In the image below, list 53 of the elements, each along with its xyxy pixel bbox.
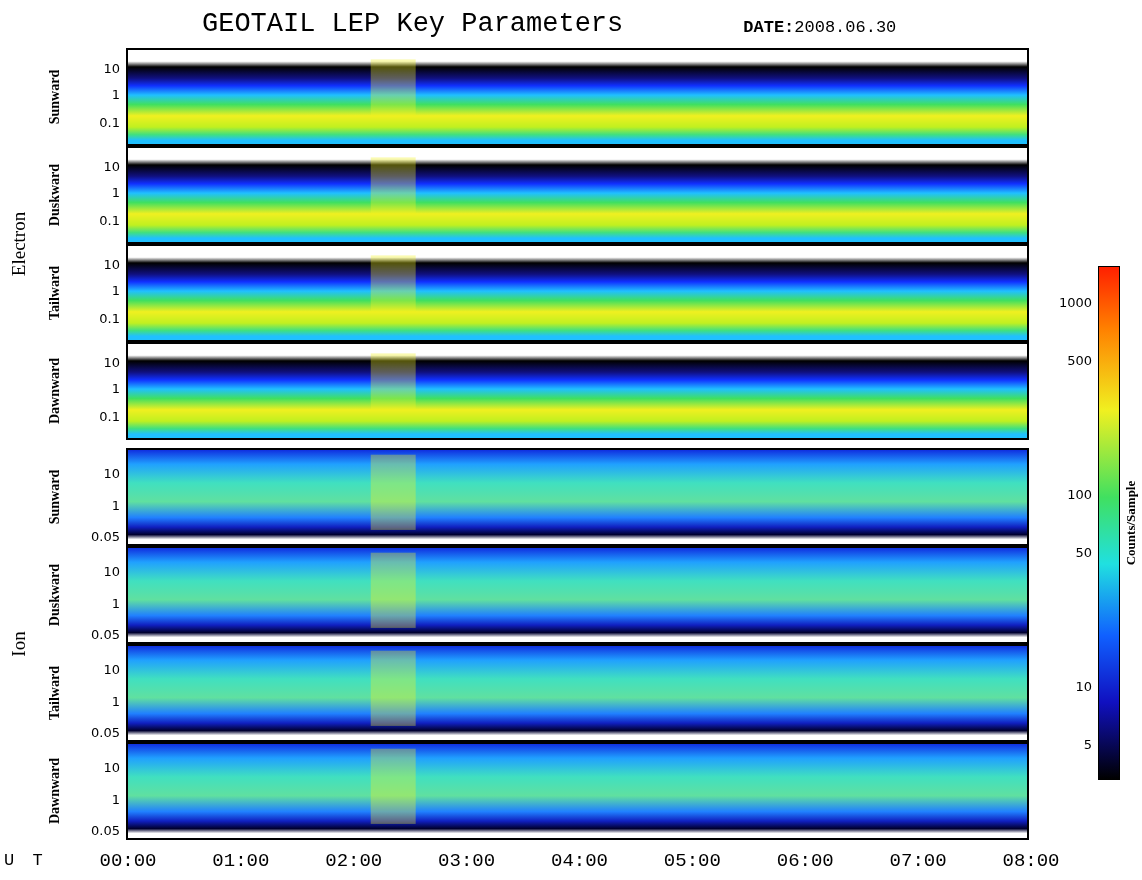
- y-tick-label: 0.1: [99, 310, 120, 325]
- x-tick-label: 08:00: [1002, 850, 1060, 872]
- y-tick-label: 10: [103, 563, 120, 578]
- x-tick-label: 05:00: [663, 850, 721, 872]
- y-tick-label: 1: [111, 497, 120, 513]
- x-tick-label: 07:00: [889, 850, 947, 872]
- colorbar-tick-label: 5: [1083, 736, 1092, 752]
- y-tick-label: 10: [103, 465, 120, 480]
- y-tick-label: 10: [103, 661, 120, 676]
- x-tick-label: 02:00: [325, 850, 383, 872]
- y-tick-label: 0.05: [91, 626, 120, 642]
- y-tick-label: 1: [111, 595, 120, 611]
- x-tick-label: 04:00: [551, 850, 608, 872]
- y-tick-label: 1: [111, 693, 120, 709]
- x-tick-label: 06:00: [776, 850, 834, 872]
- panel-label: Duskward: [47, 563, 63, 627]
- panel-label: Duskward: [47, 163, 63, 227]
- y-tick-label: 10: [103, 256, 120, 272]
- panel-label: Sunward: [47, 69, 63, 125]
- y-tick-label: 0.1: [99, 114, 120, 129]
- y-tick-label: 1: [111, 791, 120, 807]
- y-tick-label: 10: [103, 158, 120, 174]
- y-tick-label: 0.05: [91, 528, 120, 544]
- y-tick-label: 1: [111, 282, 120, 298]
- x-tick-label: 00:00: [99, 850, 157, 872]
- colorbar-tick-label: 500: [1067, 352, 1092, 368]
- y-tick-label: 0.1: [99, 408, 120, 423]
- colorbar-tick-label: 100: [1067, 486, 1092, 502]
- panel-label: Dawnward: [47, 357, 63, 425]
- colorbar-tick-label: 10: [1075, 678, 1092, 694]
- y-tick-label: 1: [111, 86, 120, 102]
- x-tick-label: 01:00: [212, 850, 270, 872]
- panel-label: Dawnward: [47, 757, 63, 825]
- y-tick-label: 10: [103, 759, 120, 774]
- panel-label: Sunward: [47, 469, 63, 525]
- y-tick-label: 1: [111, 184, 120, 200]
- colorbar-tick-label: 1000: [1058, 294, 1092, 310]
- group-label: Ion: [8, 631, 30, 657]
- y-tick-label: 0.05: [91, 822, 120, 838]
- plot-title: GEOTAIL LEP Key Parameters: [202, 9, 624, 39]
- y-tick-label: 10: [103, 60, 120, 76]
- x-axis-label: U T: [3, 850, 43, 870]
- x-tick-label: 03:00: [438, 850, 496, 872]
- y-tick-label: 0.05: [91, 724, 120, 740]
- panel-label: Tailward: [47, 266, 63, 320]
- y-tick-label: 1: [111, 380, 120, 396]
- y-tick-label: 0.1: [99, 212, 120, 227]
- y-tick-label: 10: [103, 354, 120, 370]
- panel-label: Tailward: [47, 666, 63, 720]
- colorbar-tick-label: 50: [1075, 544, 1092, 560]
- colorbar-label: Counts/Sample: [1123, 480, 1139, 566]
- date-label: DATE:2008.06.30: [743, 17, 897, 37]
- group-label: Electron: [8, 211, 30, 277]
